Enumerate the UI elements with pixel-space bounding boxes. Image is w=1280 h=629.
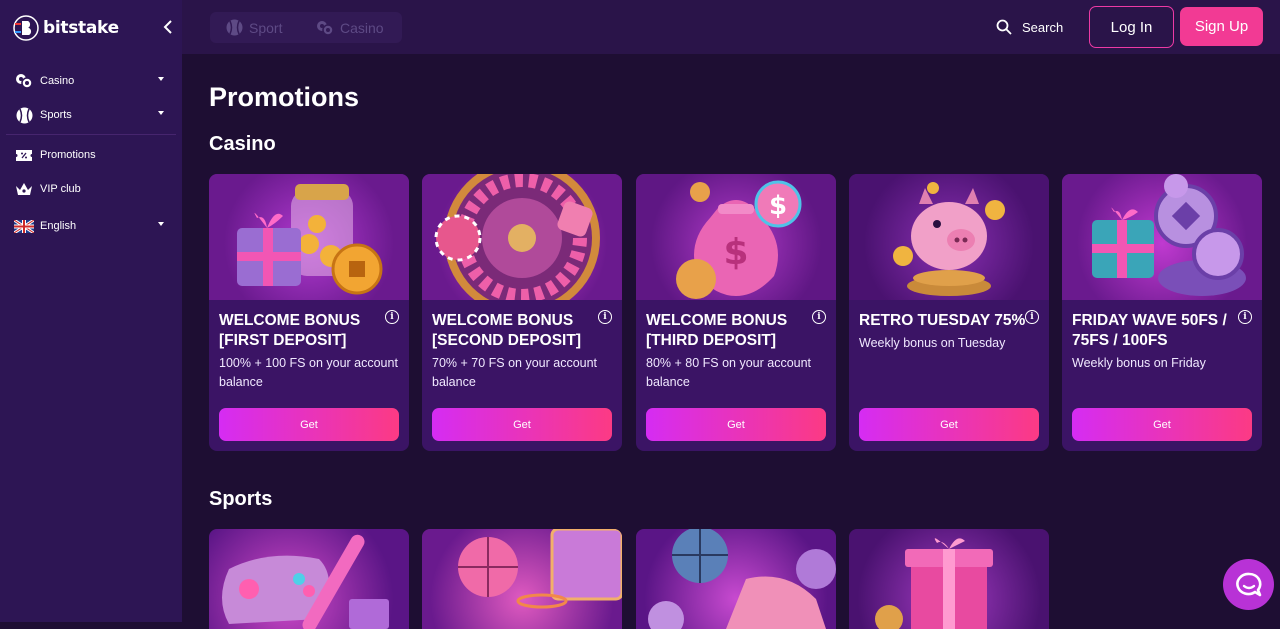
page-title: Promotions bbox=[209, 82, 360, 112]
info-icon[interactable]: i bbox=[598, 310, 612, 324]
login-button[interactable]: Log In bbox=[1089, 6, 1174, 48]
search-icon bbox=[996, 19, 1012, 35]
chat-bubble-icon bbox=[1235, 572, 1261, 596]
info-icon[interactable]: i bbox=[1238, 310, 1252, 324]
sports-section-heading: Sports bbox=[209, 488, 273, 510]
get-bonus-button[interactable]: Get bbox=[646, 408, 826, 441]
sidebar: bitstake Casino Sports Promotions VIP cl… bbox=[0, 0, 182, 622]
logo[interactable]: bitstake bbox=[13, 13, 119, 43]
promo-art-roulette-wheel bbox=[422, 174, 622, 300]
sidebar-item-label: Sports bbox=[40, 109, 72, 121]
promo-description: Weekly bonus on Tuesday bbox=[859, 336, 1006, 350]
tab-sport[interactable]: Sport bbox=[210, 12, 300, 43]
get-bonus-button[interactable]: Get bbox=[859, 408, 1039, 441]
sports-promo-card-basketball-hoop[interactable] bbox=[422, 529, 622, 629]
uk-flag-icon bbox=[14, 217, 34, 235]
svg-text:$: $ bbox=[723, 232, 748, 273]
promo-title: WELCOME BONUS [FIRST DEPOSIT] bbox=[219, 312, 361, 349]
sidebar-item-vip-club[interactable]: VIP club bbox=[0, 174, 182, 204]
collapse-sidebar-button[interactable] bbox=[158, 16, 178, 38]
chevron-left-icon bbox=[163, 20, 172, 34]
get-bonus-button[interactable]: Get bbox=[432, 408, 612, 441]
crown-icon bbox=[14, 180, 34, 198]
ticket-percent-icon bbox=[14, 146, 34, 164]
tab-label: Casino bbox=[340, 19, 384, 36]
promo-title: FRIDAY WAVE 50FS / 75FS / 100FS bbox=[1072, 312, 1227, 349]
casino-chips-icon bbox=[317, 20, 334, 36]
info-icon[interactable]: i bbox=[1025, 310, 1039, 324]
baseball-icon bbox=[14, 106, 34, 124]
casino-chips-icon bbox=[14, 72, 34, 90]
info-icon[interactable]: i bbox=[812, 310, 826, 324]
brand-name: bitstake bbox=[43, 18, 119, 38]
promo-title: WELCOME BONUS [SECOND DEPOSIT] bbox=[432, 312, 581, 349]
search-label: Search bbox=[1022, 19, 1064, 35]
get-bonus-button[interactable]: Get bbox=[1072, 408, 1252, 441]
sports-promo-card-gamepad-bat[interactable] bbox=[209, 529, 409, 629]
get-bonus-button[interactable]: Get bbox=[219, 408, 399, 441]
caret-down-icon bbox=[158, 222, 164, 226]
sidebar-item-sports[interactable]: Sports bbox=[0, 100, 182, 130]
sidebar-item-casino[interactable]: Casino bbox=[0, 66, 182, 96]
tab-casino[interactable]: Casino bbox=[300, 12, 400, 43]
promo-card: WELCOME BONUS [FIRST DEPOSIT] i 100% + 1… bbox=[209, 174, 409, 451]
product-tabs: Sport Casino bbox=[210, 12, 402, 43]
sidebar-item-promotions[interactable]: Promotions bbox=[0, 140, 182, 170]
svg-text:$: $ bbox=[769, 191, 787, 221]
sports-promo-card-basketball-sneaker[interactable] bbox=[636, 529, 836, 629]
sidebar-divider bbox=[6, 134, 176, 135]
promo-description: 80% + 80 FS on your account balance bbox=[646, 356, 812, 389]
tab-label: Sport bbox=[249, 19, 283, 36]
chat-support-button[interactable] bbox=[1223, 559, 1274, 610]
sports-promo-card-gift-box[interactable] bbox=[849, 529, 1049, 629]
search-button[interactable]: Search bbox=[996, 15, 1063, 39]
promo-art-piggy-bank bbox=[849, 174, 1049, 300]
promo-title: WELCOME BONUS [THIRD DEPOSIT] bbox=[646, 312, 788, 349]
promo-description: 100% + 100 FS on your account balance bbox=[219, 356, 398, 389]
promo-art-gift-coins bbox=[1062, 174, 1262, 300]
promo-art-money-bag: $ $ bbox=[636, 174, 836, 300]
promo-description: 70% + 70 FS on your account balance bbox=[432, 356, 598, 389]
info-icon[interactable]: i bbox=[385, 310, 399, 324]
sidebar-item-label: Promotions bbox=[40, 149, 96, 161]
signup-button[interactable]: Sign Up bbox=[1180, 7, 1263, 46]
promo-card: FRIDAY WAVE 50FS / 75FS / 100FS i Weekly… bbox=[1062, 174, 1262, 451]
bitstake-logo-icon bbox=[13, 15, 39, 41]
sidebar-item-label: VIP club bbox=[40, 183, 81, 195]
casino-section-heading: Casino bbox=[209, 133, 276, 155]
promo-art-gift-coin-jar bbox=[209, 174, 409, 300]
promo-title: RETRO TUESDAY 75% bbox=[859, 312, 1026, 329]
caret-down-icon bbox=[158, 111, 164, 115]
promo-card: RETRO TUESDAY 75% i Weekly bonus on Tues… bbox=[849, 174, 1049, 451]
baseball-icon bbox=[226, 19, 243, 36]
promo-description: Weekly bonus on Friday bbox=[1072, 356, 1206, 370]
promo-card: $ $ WELCOME BONUS [THIRD DEPOSIT] i 80% … bbox=[636, 174, 836, 451]
top-header: Sport Casino Search Log In Sign Up bbox=[182, 0, 1280, 54]
sidebar-item-label: Casino bbox=[40, 75, 75, 87]
sidebar-item-label: English bbox=[40, 220, 77, 232]
promo-card: WELCOME BONUS [SECOND DEPOSIT] i 70% + 7… bbox=[422, 174, 622, 451]
sidebar-item-language[interactable]: English bbox=[0, 211, 182, 241]
caret-down-icon bbox=[158, 77, 164, 81]
